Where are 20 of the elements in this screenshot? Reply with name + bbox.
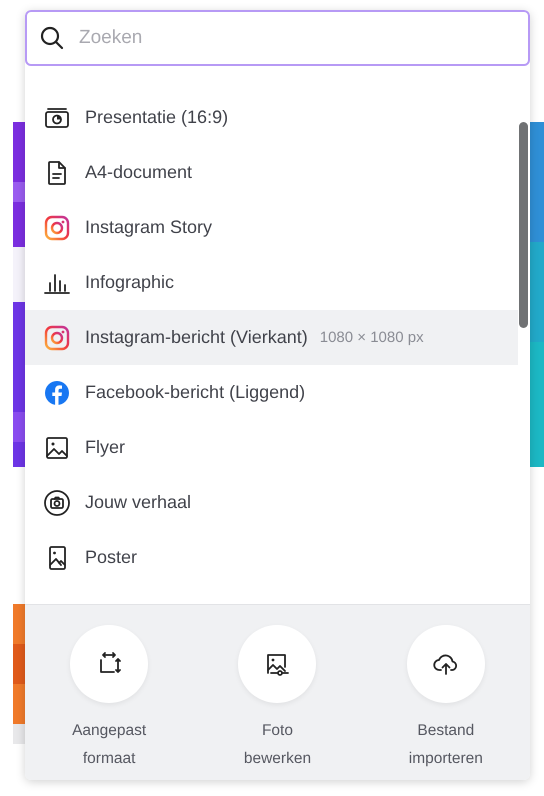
facebook-icon: [43, 378, 71, 406]
action-label: Aangepast formaat: [72, 721, 146, 769]
design-type-item[interactable]: Jouw verhaal: [25, 475, 518, 530]
camera-icon: [43, 488, 71, 516]
design-type-item[interactable]: Instagram-bericht (Vierkant) 1080 × 1080 px: [25, 310, 518, 365]
scrollbar[interactable]: [519, 122, 528, 328]
design-type-item[interactable]: Facebook-bericht (Liggend): [25, 365, 518, 420]
size-label: 1080 × 1080 px: [320, 329, 424, 346]
design-type-item[interactable]: Poster: [25, 530, 518, 585]
design-type-item[interactable]: A4-document: [25, 145, 518, 200]
design-type-item[interactable]: Infographic: [25, 255, 518, 310]
search-field[interactable]: Zoeken: [25, 10, 530, 66]
search-icon: [39, 25, 65, 51]
design-type-item[interactable]: Presentatie (16:9): [25, 90, 518, 145]
action-label: Foto bewerken: [244, 721, 312, 769]
instagram-icon: [43, 214, 71, 242]
instagram-icon: [43, 324, 71, 352]
action-label: Bestand importeren: [408, 721, 483, 769]
design-type-item[interactable]: Flyer: [25, 420, 518, 475]
design-type-item[interactable]: Instagram Story: [25, 200, 518, 255]
